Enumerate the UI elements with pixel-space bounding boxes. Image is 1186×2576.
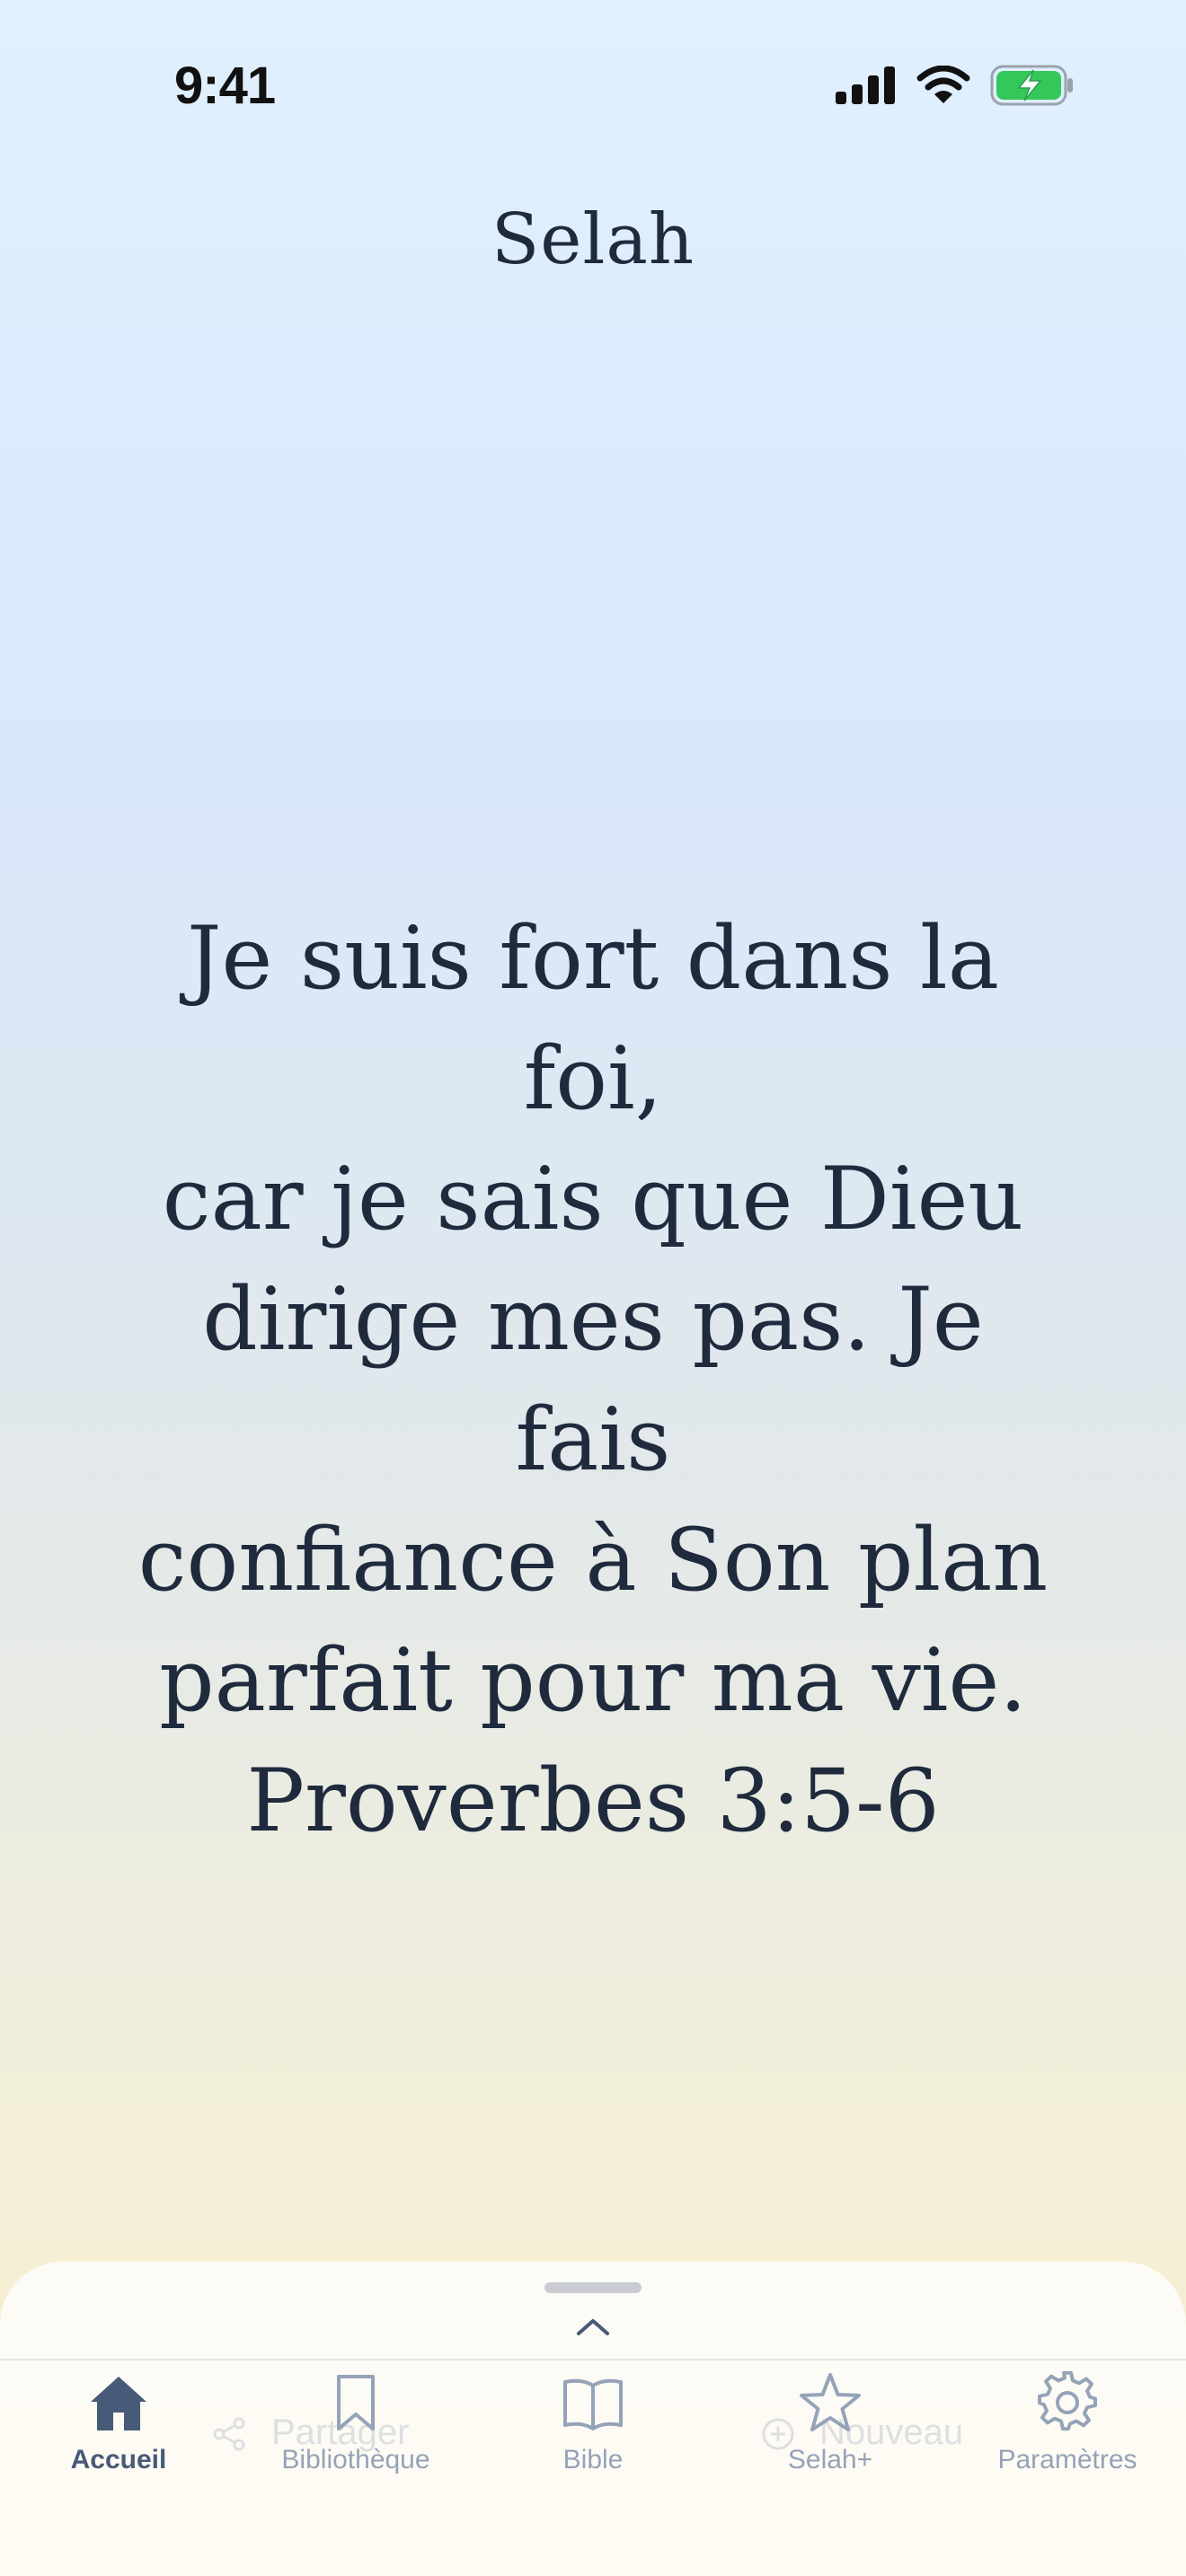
tab-parametres[interactable]: Paramètres (960, 2366, 1175, 2492)
tab-label: Accueil (70, 2445, 167, 2475)
bookmark-icon (337, 2375, 375, 2430)
affirmation-line: car je sais que Dieu (162, 1149, 1024, 1249)
tab-label: Bibliothèque (281, 2445, 430, 2475)
chevron-up-icon[interactable] (575, 2316, 611, 2337)
app-title: Selah (491, 199, 695, 280)
affirmation-line: confiance à Son plan (137, 1510, 1049, 1610)
sheet-grabber[interactable] (544, 2282, 642, 2293)
battery-charging-icon (990, 65, 1073, 106)
sheet-divider (0, 2359, 1186, 2360)
affirmation-card: Je suis fort dans la foi, car je sais qu… (135, 898, 1051, 1861)
tab-bar: Accueil Bibliothèque Bible Selah+ Paramè… (0, 2366, 1186, 2492)
tab-bible[interactable]: Bible (485, 2366, 701, 2492)
star-icon (800, 2373, 861, 2431)
book-icon (563, 2378, 623, 2430)
wifi-icon (916, 66, 970, 103)
tab-label: Paramètres (997, 2445, 1137, 2475)
gear-icon (1038, 2371, 1097, 2431)
verse-reference: Proverbes 3:5-6 (246, 1751, 940, 1851)
home-icon (91, 2377, 146, 2430)
status-icons (836, 65, 1075, 106)
affirmation-line: Je suis fort dans la foi, (187, 908, 999, 1129)
signal-icon (836, 66, 895, 104)
tab-bibliotheque[interactable]: Bibliothèque (248, 2366, 464, 2492)
tab-label: Bible (562, 2445, 624, 2475)
status-time: 9:41 (174, 57, 276, 115)
affirmation-line: parfait pour ma vie. (159, 1630, 1027, 1731)
tab-accueil[interactable]: Accueil (11, 2366, 226, 2492)
tab-label: Selah+ (787, 2445, 873, 2475)
tab-selah-plus[interactable]: Selah+ (722, 2366, 938, 2492)
affirmation-line: dirige mes pas. Je fais (202, 1269, 984, 1490)
